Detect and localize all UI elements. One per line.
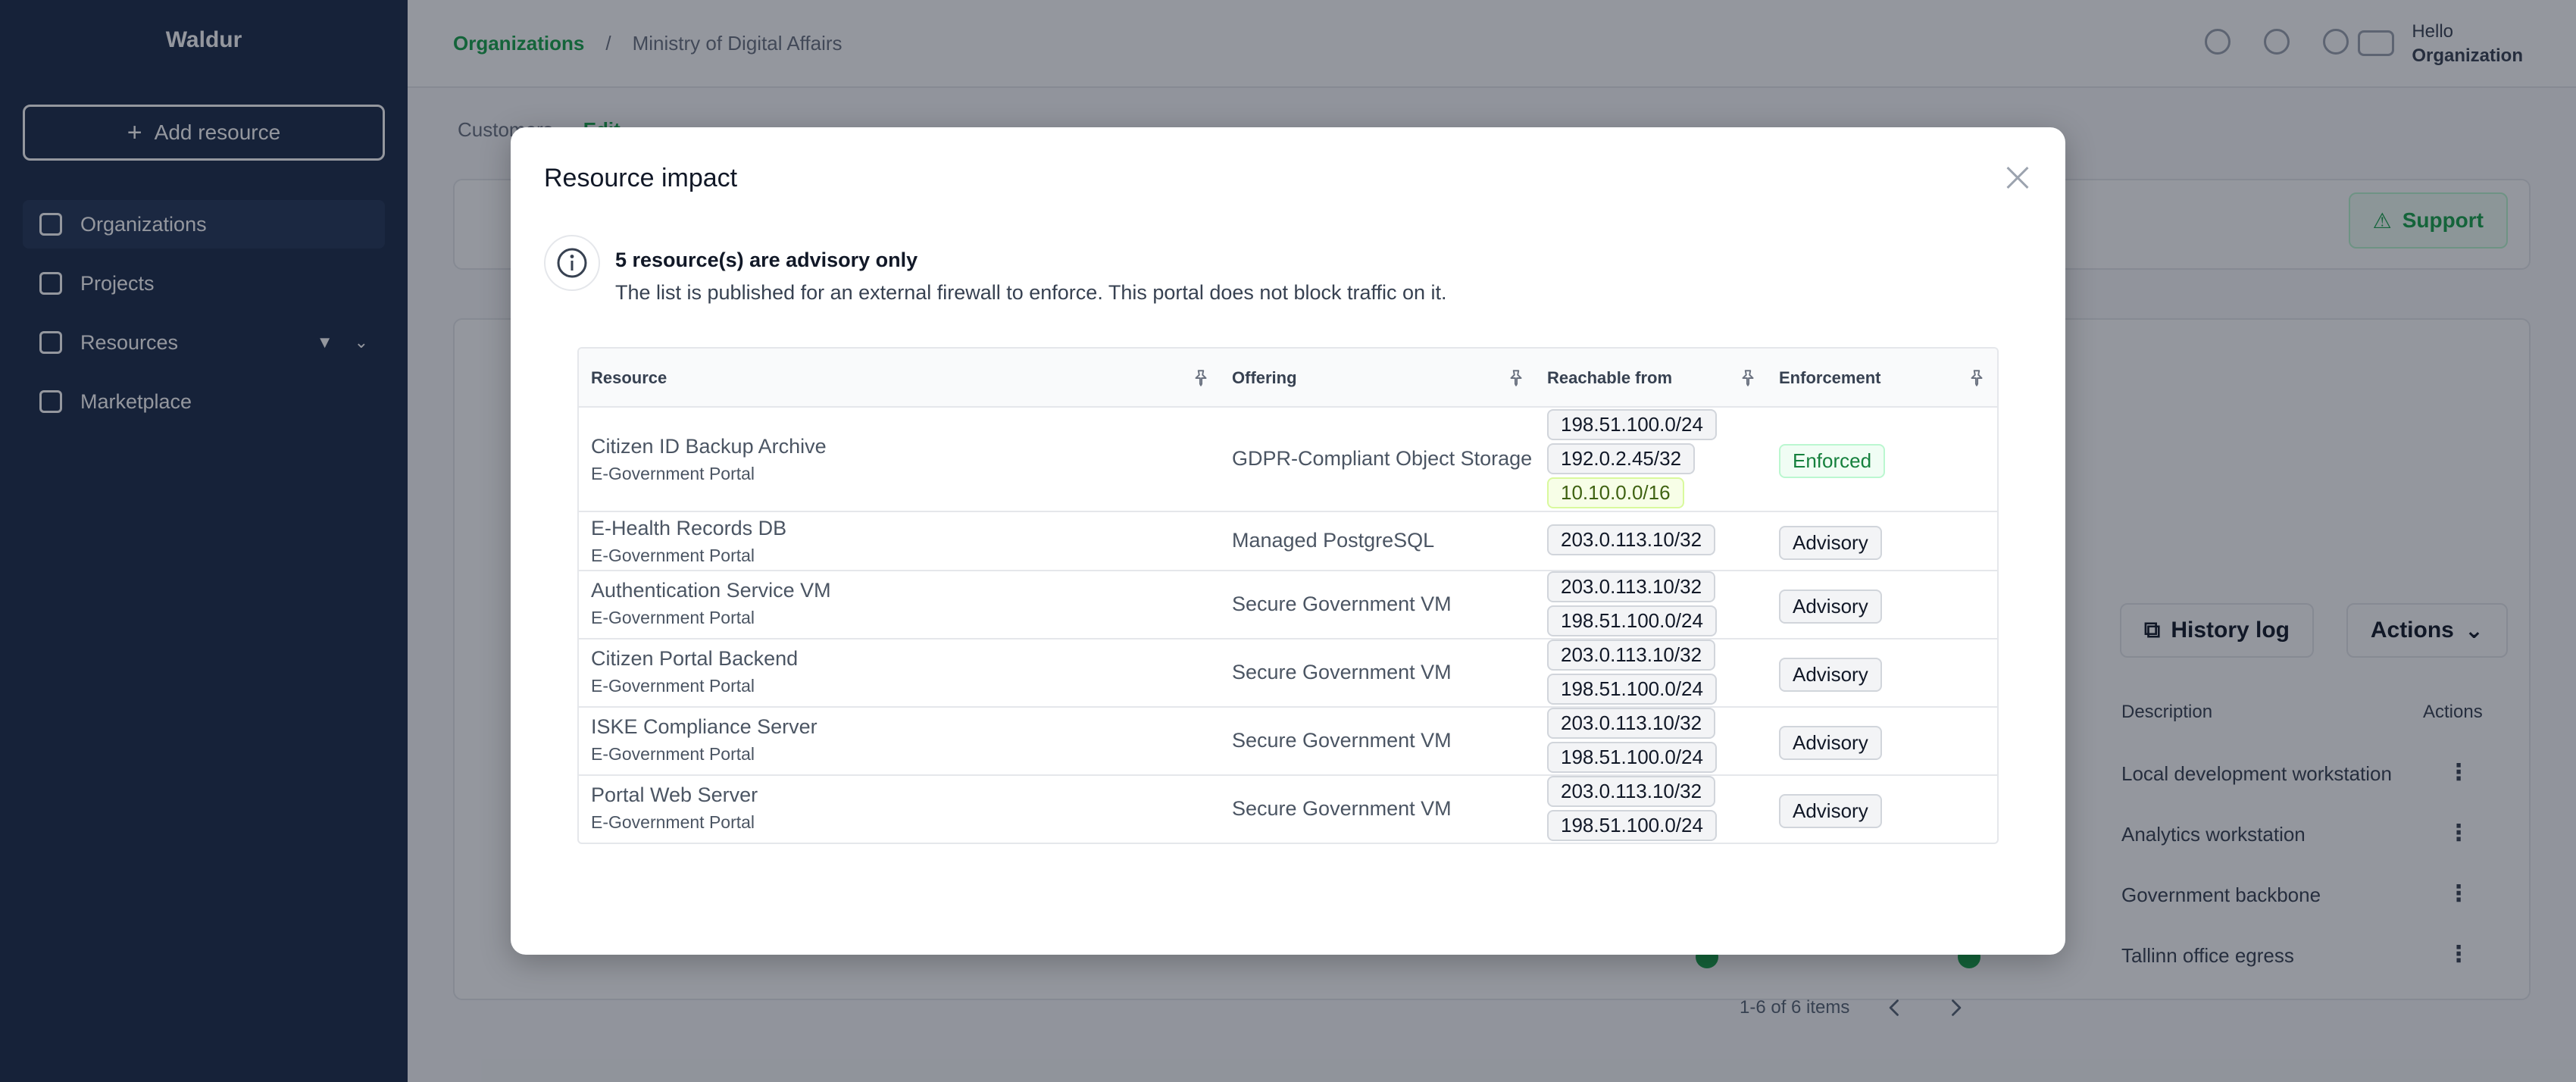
status-badge: Advisory — [1779, 589, 1882, 624]
cidr-badge: 198.51.100.0/24 — [1547, 605, 1717, 636]
enforcement-cell: Advisory — [1779, 658, 1882, 692]
column-header-enforcement: Enforcement — [1779, 368, 1881, 387]
cidr-badge: 203.0.113.10/32 — [1547, 708, 1716, 739]
reachable-cell: 203.0.113.10/32 198.51.100.0/24 — [1547, 708, 1717, 776]
offering-cell: Secure Government VM — [1232, 661, 1452, 683]
resource-name: ISKE Compliance Server — [591, 715, 818, 738]
resource-impact-modal: Resource impact 5 resource(s) are adviso… — [511, 127, 2065, 1018]
resource-cell: Citizen ID Backup Archive E-Government P… — [591, 433, 827, 485]
resource-cell: Portal Web Server E-Government Portal — [591, 782, 758, 833]
table-row: ISKE Compliance Server E-Government Port… — [579, 708, 1997, 776]
modal-title: Resource impact — [544, 164, 738, 192]
resource-project: E-Government Portal — [591, 812, 755, 832]
pin-icon[interactable] — [1738, 368, 1758, 388]
table-row: E-Health Records DB E-Government Portal … — [579, 512, 1997, 571]
reachable-cell: 203.0.113.10/32 198.51.100.0/24 — [1547, 640, 1717, 708]
resource-cell: Citizen Portal Backend E-Government Port… — [591, 646, 798, 697]
cidr-badge: 198.51.100.0/24 — [1547, 810, 1717, 841]
table-row: Citizen ID Backup Archive E-Government P… — [579, 408, 1997, 512]
status-badge: Enforced — [1779, 444, 1886, 478]
cidr-badge: 203.0.113.10/32 — [1547, 640, 1716, 671]
column-header-reachable-from: Reachable from — [1547, 368, 1673, 387]
resource-project: E-Government Portal — [591, 464, 755, 483]
chevron-right-icon[interactable] — [1940, 993, 1971, 1023]
enforcement-cell: Advisory — [1779, 726, 1882, 760]
table-row: Portal Web Server E-Government Portal Se… — [579, 776, 1997, 843]
resource-name: Citizen ID Backup Archive — [591, 435, 827, 458]
cidr-badge: 198.51.100.0/24 — [1547, 742, 1717, 773]
cidr-badge: 192.0.2.45/32 — [1547, 443, 1696, 474]
cidr-badge: 203.0.113.10/32 — [1547, 776, 1716, 807]
cidr-badge: 198.51.100.0/24 — [1547, 409, 1717, 440]
resource-cell: E-Health Records DB E-Government Portal — [591, 515, 786, 567]
resource-table: Resource Offering Reachable from Enforce… — [577, 347, 1999, 844]
resource-name: Authentication Service VM — [591, 579, 831, 602]
resource-project: E-Government Portal — [591, 608, 755, 627]
resource-project: E-Government Portal — [591, 744, 755, 764]
cidr-badge: 10.10.0.0/16 — [1547, 477, 1684, 508]
enforcement-cell: Advisory — [1779, 526, 1882, 560]
resource-table-container: Resource Offering Reachable from Enforce… — [577, 347, 1999, 1018]
pin-icon[interactable] — [1191, 368, 1211, 388]
column-header-resource: Resource — [591, 368, 667, 387]
reachable-cell: 198.51.100.0/24 192.0.2.45/32 10.10.0.0/… — [1547, 409, 1717, 511]
table-row: Citizen Portal Backend E-Government Port… — [579, 640, 1997, 708]
offering-cell: Managed PostgreSQL — [1232, 529, 1435, 552]
notice-title: 5 resource(s) are advisory only — [615, 249, 918, 271]
chevron-left-icon[interactable] — [1880, 993, 1910, 1023]
offering-cell: Secure Government VM — [1232, 797, 1452, 820]
cidr-badge: 203.0.113.10/32 — [1547, 571, 1716, 602]
notice-text: The list is published for an external fi… — [615, 281, 1447, 304]
resource-name: Citizen Portal Backend — [591, 647, 799, 670]
pagination-summary: 1-6 of 6 items — [1740, 997, 1850, 1018]
resource-name: E-Health Records DB — [591, 517, 787, 539]
status-badge: Advisory — [1779, 726, 1882, 760]
pin-icon[interactable] — [1967, 368, 1987, 388]
resource-project: E-Government Portal — [591, 676, 755, 696]
close-icon[interactable] — [2000, 161, 2035, 195]
offering-cell: Secure Government VM — [1232, 593, 1452, 615]
reachable-cell: 203.0.113.10/32 — [1547, 524, 1716, 558]
cidr-badge: 203.0.113.10/32 — [1547, 524, 1716, 555]
table-header: Resource Offering Reachable from Enforce… — [579, 349, 1997, 408]
table-row: Authentication Service VM E-Government P… — [579, 571, 1997, 640]
resource-cell: Authentication Service VM E-Government P… — [591, 577, 831, 629]
resource-name: Portal Web Server — [591, 783, 758, 806]
offering-cell: Secure Government VM — [1232, 729, 1452, 752]
cidr-badge: 198.51.100.0/24 — [1547, 674, 1717, 705]
pin-icon[interactable] — [1506, 368, 1526, 388]
enforcement-cell: Advisory — [1779, 794, 1882, 828]
resource-project: E-Government Portal — [591, 546, 755, 565]
status-badge: Advisory — [1779, 658, 1882, 692]
offering-cell: GDPR-Compliant Object Storage — [1232, 447, 1533, 470]
status-badge: Advisory — [1779, 526, 1882, 560]
enforcement-cell: Advisory — [1779, 589, 1882, 624]
status-badge: Advisory — [1779, 794, 1882, 828]
pagination: 1-6 of 6 items — [1740, 993, 1971, 1023]
column-header-offering: Offering — [1232, 368, 1297, 387]
enforcement-cell: Enforced — [1779, 444, 1886, 478]
reachable-cell: 203.0.113.10/32 198.51.100.0/24 — [1547, 571, 1717, 640]
info-icon — [544, 235, 600, 291]
resource-cell: ISKE Compliance Server E-Government Port… — [591, 714, 818, 765]
reachable-cell: 203.0.113.10/32 198.51.100.0/24 — [1547, 776, 1717, 843]
